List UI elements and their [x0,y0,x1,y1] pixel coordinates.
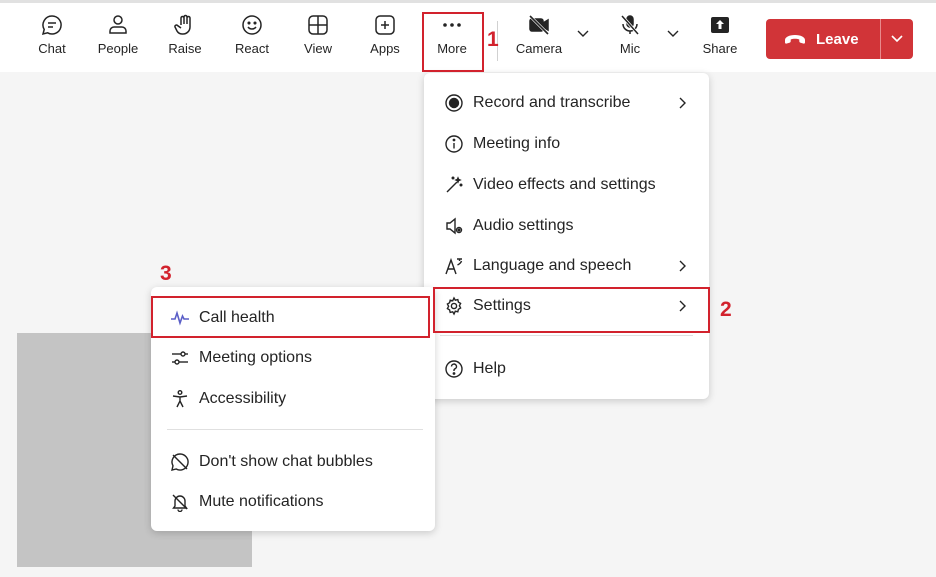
hang-up-icon [785,35,805,44]
apps-label: Apps [370,41,400,56]
menu-item-help[interactable]: Help [424,350,709,388]
menu-item-label: Video effects and settings [473,176,656,193]
chevron-right-icon [679,260,686,272]
camera-label: Camera [515,41,563,56]
menu-item-label: Accessibility [199,390,287,407]
annotation-number-3: 3 [160,262,172,285]
menu-item-audio-settings[interactable]: Audio settings [424,207,709,245]
annotation-box-more [422,12,484,72]
menu-item-dont-show-chat-bubbles[interactable]: Don't show chat bubbles [151,443,435,481]
share-label: Share [702,41,738,56]
info-icon [443,133,465,155]
camera-button[interactable]: Camera [514,13,564,69]
share-icon [711,17,729,33]
view-button[interactable]: View [300,13,336,69]
people-button[interactable]: People [96,13,140,69]
menu-item-video-effects[interactable]: Video effects and settings [424,166,709,204]
chevron-down-icon [891,35,903,43]
leave-options-button[interactable] [881,19,913,59]
record-icon [443,92,465,114]
react-label: React [235,41,269,56]
add-app-icon [375,15,395,35]
menu-item-meeting-options[interactable]: Meeting options [151,339,435,377]
mic-label: Mic [619,41,641,56]
share-button[interactable]: Share [700,13,740,69]
leave-label: Leave [816,30,859,48]
people-icon [109,15,127,34]
leave-button-group: Leave [766,19,913,59]
menu-item-label: Help [473,360,506,377]
mic-options-chevron-icon[interactable] [666,29,680,39]
view-label: View [304,41,332,56]
language-icon [443,255,465,277]
menu-item-label: Audio settings [473,217,574,234]
raise-label: Raise [168,41,202,56]
react-button[interactable]: React [233,13,271,69]
menu-item-label: Language and speech [473,257,632,274]
bell-off-icon [169,491,191,513]
people-label: People [97,41,139,56]
menu-item-record-and-transcribe[interactable]: Record and transcribe [424,84,709,122]
menu-item-meeting-info[interactable]: Meeting info [424,125,709,163]
annotation-number-2: 2 [720,298,732,321]
help-icon [443,358,465,380]
menu-item-label: Don't show chat bubbles [199,453,373,470]
leave-button[interactable]: Leave [766,19,880,59]
annotation-number-1: 1 [487,28,499,51]
menu-item-label: Record and transcribe [473,94,631,111]
audio-settings-icon [443,215,465,237]
chat-label: Chat [38,41,66,56]
menu-item-accessibility[interactable]: Accessibility [151,380,435,418]
chat-button[interactable]: Chat [33,13,71,69]
smiley-icon [242,15,262,35]
menu-item-label: Mute notifications [199,493,324,510]
more-menu: Record and transcribe Meeting info Video… [424,73,709,399]
chat-bubbles-off-icon [169,451,191,473]
menu-item-mute-notifications[interactable]: Mute notifications [151,483,435,521]
raise-hand-button[interactable]: Raise [167,13,203,69]
grid-view-icon [308,15,328,35]
meeting-options-icon [169,347,191,369]
camera-options-chevron-icon[interactable] [576,29,590,39]
chat-icon [41,15,62,36]
raise-hand-icon [174,14,191,35]
camera-off-icon [528,14,550,36]
mic-off-icon [620,15,640,35]
accessibility-icon [169,388,191,410]
menu-divider [440,335,693,336]
menu-item-label: Meeting options [199,349,312,366]
video-effects-icon [443,174,465,196]
annotation-box-call-health [151,296,430,338]
menu-item-language-and-speech[interactable]: Language and speech [424,247,709,285]
menu-item-label: Meeting info [473,135,561,152]
mic-button[interactable]: Mic [614,13,646,69]
annotation-box-settings [433,287,710,333]
chevron-right-icon [679,97,686,109]
menu-divider [167,429,423,430]
apps-button[interactable]: Apps [367,13,403,69]
